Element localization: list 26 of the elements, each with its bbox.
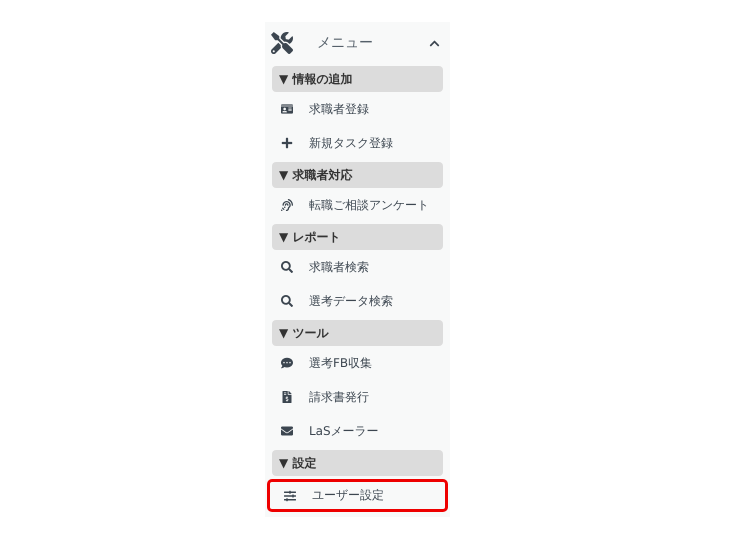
- section-header[interactable]: ▼ 設定: [272, 450, 443, 476]
- ear-icon: [281, 199, 293, 211]
- menu-item[interactable]: 転職ご相談アンケート: [265, 188, 450, 222]
- speech-bubble-icon: [281, 357, 293, 369]
- plus-icon: [281, 137, 293, 149]
- search-icon: [281, 261, 293, 273]
- sliders-icon: [284, 490, 296, 502]
- menu-item[interactable]: 請求書発行: [265, 380, 450, 414]
- menu-item[interactable]: 新規タスク登録: [265, 126, 450, 160]
- menu-item[interactable]: 選考データ検索: [265, 284, 450, 318]
- menu-item[interactable]: 求職者検索: [265, 250, 450, 284]
- chevron-icon[interactable]: [429, 38, 440, 48]
- menu-item[interactable]: LaSメーラー: [265, 414, 450, 448]
- section-header[interactable]: ▼ 求職者対応: [272, 162, 443, 188]
- menu-title: メニュー: [317, 34, 374, 52]
- menu-item[interactable]: ユーザー設定: [267, 479, 448, 512]
- document-icon: [281, 391, 293, 403]
- envelope-icon: [281, 425, 293, 437]
- menu-item[interactable]: 選考FB収集: [265, 346, 450, 380]
- section-header[interactable]: ▼ レポート: [272, 224, 443, 250]
- search-icon: [281, 295, 293, 307]
- tools-icon: [271, 32, 293, 54]
- menu-item[interactable]: 求職者登録: [265, 92, 450, 126]
- id-card-icon: [281, 103, 293, 115]
- section-header[interactable]: ▼ 情報の追加: [272, 66, 443, 92]
- section-header[interactable]: ▼ ツール: [272, 320, 443, 346]
